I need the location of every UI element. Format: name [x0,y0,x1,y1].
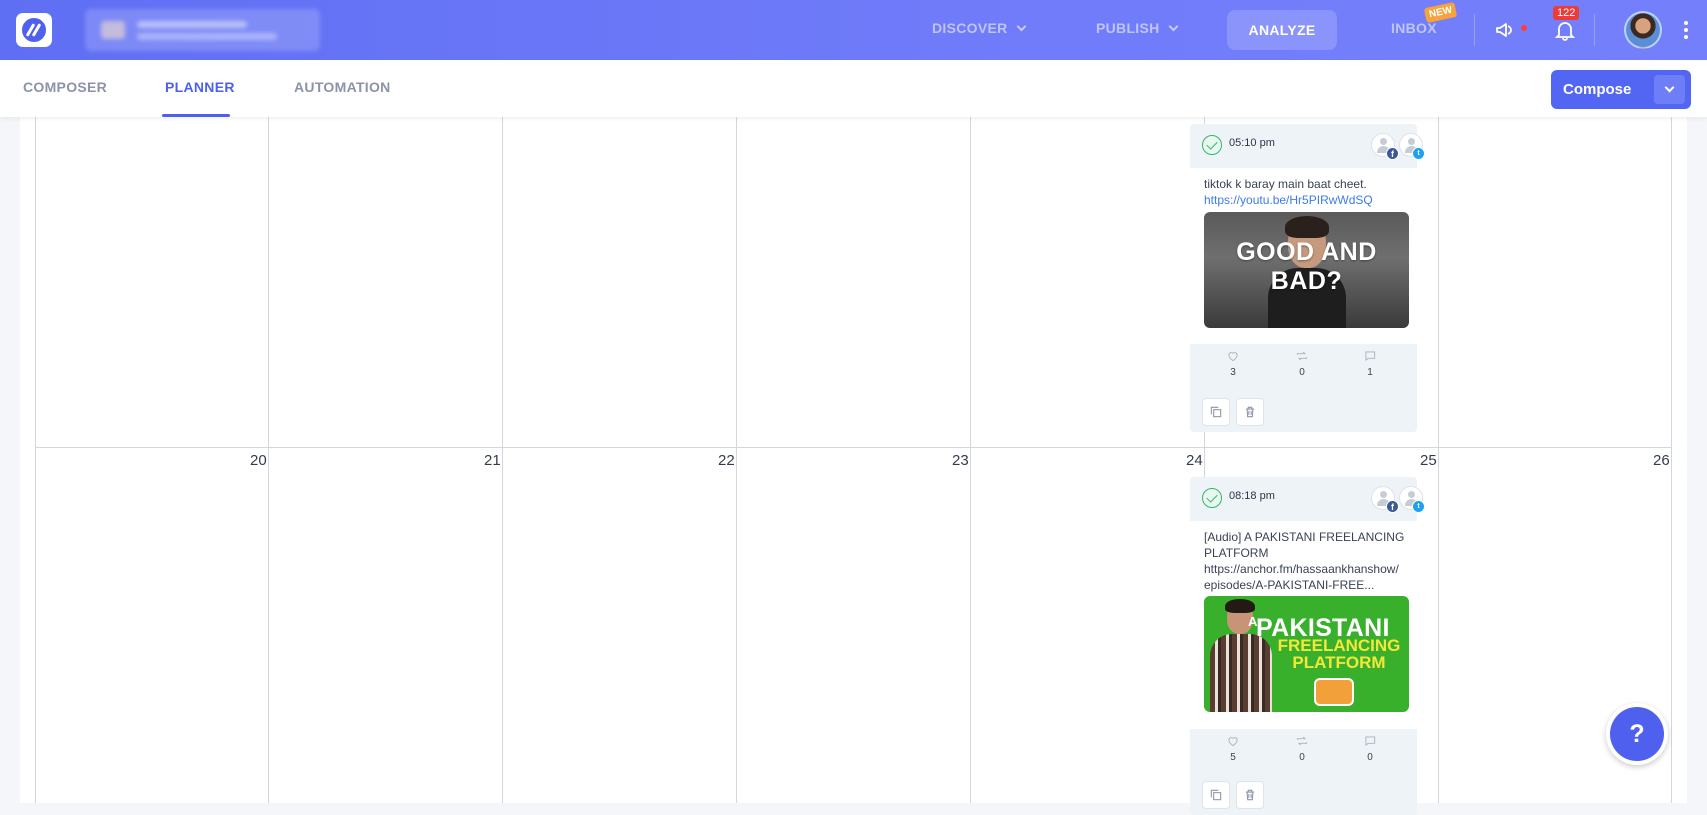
logo-icon [22,18,46,42]
delete-button[interactable] [1236,781,1264,809]
comments-count: 1 [1367,367,1373,378]
chevron-down-icon [1664,82,1675,93]
planner-calendar: 20 21 22 23 24 25 26 [20,117,1687,803]
retweets-count: 0 [1299,367,1305,378]
retweet-icon [1296,736,1308,746]
retweets-stat: 0 [1282,734,1322,763]
post-thumbnail[interactable]: A PAKISTANI FREELANCING PLATFORM [1204,596,1409,712]
comments-stat: 1 [1350,349,1390,378]
retweet-icon [1296,351,1308,361]
new-badge: NEW [1423,1,1458,24]
post-stats: 3 0 1 [1190,344,1417,390]
trash-icon [1245,406,1255,418]
tab-planner[interactable]: PLANNER [165,79,235,95]
comment-icon [1365,351,1376,362]
comment-icon [1365,736,1376,747]
day-number: 25 [1420,452,1437,469]
published-check-icon [1202,488,1222,508]
thumbnail-text-platform: FREELANCING PLATFORM [1277,636,1401,672]
nav-publish-label: PUBLISH [1096,20,1160,36]
comments-count: 0 [1367,752,1373,763]
copy-icon [1210,789,1222,801]
post-card[interactable]: 05:10 pm f t tiktok k baray main baat ch… [1190,124,1425,432]
announcement-dot [1521,25,1527,31]
facebook-icon: f [1386,500,1399,513]
trash-icon [1245,789,1255,801]
day-number: 26 [1653,452,1670,469]
day-number: 21 [484,452,501,469]
twitter-icon: t [1412,147,1425,160]
post-text: [Audio] A PAKISTANI FREELANCING PLATFORM… [1204,530,1405,592]
help-label: ? [1610,707,1664,761]
delete-button[interactable] [1236,398,1264,426]
user-avatar[interactable] [1624,11,1662,49]
tab-automation[interactable]: AUTOMATION [294,79,391,95]
day-number: 24 [1186,452,1203,469]
post-thumbnail[interactable]: GOOD AND BAD? [1204,212,1409,328]
retweets-stat: 0 [1282,349,1322,378]
nav-discover[interactable]: DISCOVER [932,20,1026,36]
top-navbar: DISCOVER PUBLISH ANALYZE INBOX NEW 122 [0,0,1707,60]
notification-count: 122 [1553,6,1580,20]
tab-composer[interactable]: COMPOSER [23,79,107,95]
compose-label: Compose [1563,81,1632,98]
post-actions [1190,392,1417,432]
retweets-count: 0 [1299,752,1305,763]
help-button[interactable]: ? [1606,703,1668,765]
post-actions [1190,775,1417,815]
thumbnail-text: GOOD AND BAD? [1236,238,1377,295]
copy-icon [1210,406,1222,418]
likes-count: 3 [1230,367,1236,378]
day-number: 23 [952,452,969,469]
day-number: 22 [718,452,735,469]
post-card-body: [Audio] A PAKISTANI FREELANCING PLATFORM… [1190,521,1417,729]
nav-discover-label: DISCOVER [932,20,1008,36]
duplicate-button[interactable] [1202,781,1230,809]
day-number: 20 [250,452,267,469]
compose-button[interactable]: Compose [1551,70,1691,109]
active-tab-indicator [162,114,230,117]
twitter-icon: t [1412,500,1425,513]
likes-stat: 3 [1213,349,1253,378]
post-card-header: 05:10 pm f t [1190,124,1425,168]
nav-publish[interactable]: PUBLISH [1096,20,1179,36]
chevron-down-icon [1016,21,1026,31]
likes-count: 5 [1230,752,1236,763]
facebook-icon: f [1386,147,1399,160]
post-stats: 5 0 0 [1190,729,1417,775]
duplicate-button[interactable] [1202,398,1230,426]
heart-icon [1228,352,1238,362]
post-link[interactable]: https://youtu.be/Hr5PIRwWdSQ [1204,193,1373,207]
comments-stat: 0 [1350,734,1390,763]
workspace-switcher[interactable] [85,9,320,51]
post-time: 08:18 pm [1229,490,1275,502]
published-check-icon [1202,135,1222,155]
heart-icon [1228,737,1238,747]
thumbnail-logo [1314,678,1354,706]
chevron-down-icon [1168,21,1179,31]
post-time: 05:10 pm [1229,137,1275,149]
app-logo[interactable] [16,13,52,47]
more-menu-icon[interactable] [1684,21,1688,39]
nav-analyze[interactable]: ANALYZE [1227,10,1337,50]
bell-icon[interactable] [1553,18,1577,42]
post-card-header: 08:18 pm f t [1190,477,1425,521]
post-text: tiktok k baray main baat cheet. [1204,177,1367,191]
sub-navbar: COMPOSER PLANNER AUTOMATION [0,60,1707,117]
megaphone-icon[interactable] [1494,18,1518,42]
likes-stat: 5 [1213,734,1253,763]
compose-dropdown-button[interactable] [1654,75,1685,104]
post-card[interactable]: 08:18 pm f t [Audio] A PAKISTANI FREELAN… [1190,477,1425,815]
post-card-body: tiktok k baray main baat cheet. https://… [1190,168,1417,344]
